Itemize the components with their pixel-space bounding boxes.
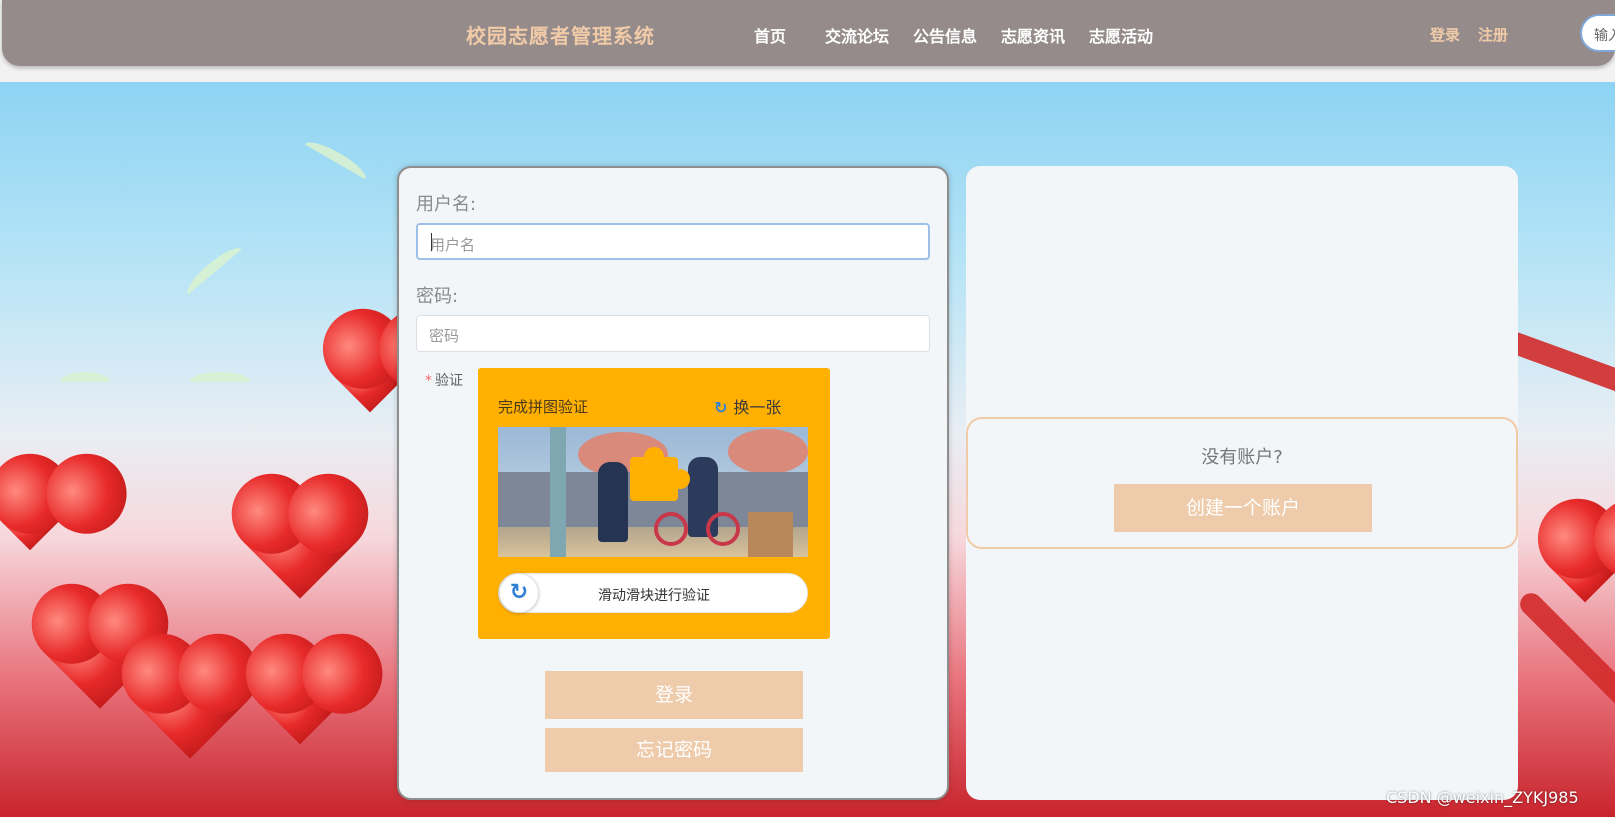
header-divider — [0, 66, 1615, 82]
verify-label-text: 验证 — [435, 373, 463, 389]
slider-handle[interactable]: ↻ — [499, 573, 539, 613]
bird-decoration — [190, 372, 250, 392]
student-figure — [598, 462, 628, 542]
captcha-refresh-button[interactable]: ↻ 换一张 — [714, 394, 781, 418]
heart-decoration — [1, 493, 59, 551]
register-link[interactable]: 注册 — [1478, 24, 1508, 45]
login-card: 用户名: 用户名 密码: 密码 * 验证 完成拼图验证 ↻ 换一张 滑动滑块进行验证 — [397, 166, 949, 800]
search-input[interactable]: 输入 — [1580, 14, 1615, 52]
puzzle-captcha: 完成拼图验证 ↻ 换一张 滑动滑块进行验证 ↻ — [478, 368, 830, 639]
bird-decoration — [299, 135, 371, 189]
captcha-refresh-label: 换一张 — [733, 398, 782, 417]
verify-label: * 验证 — [425, 370, 463, 390]
nav-item-forum[interactable]: 交流论坛 — [825, 23, 889, 47]
username-label: 用户名: — [416, 194, 477, 215]
nav-item-announcements[interactable]: 公告信息 — [913, 23, 977, 47]
puzzle-piece — [630, 447, 690, 501]
text-caret — [431, 233, 432, 251]
password-label: 密码: — [416, 286, 459, 307]
top-nav-bar: 校园志愿者管理系统 首页 交流论坛 公告信息 志愿资讯 志愿活动 登录 注册 输… — [2, 0, 1615, 66]
ribbon-decoration — [1515, 588, 1615, 718]
heart-decoration — [334, 341, 406, 413]
heart-decoration — [243, 485, 357, 599]
no-account-text: 没有账户? — [1201, 447, 1283, 468]
captcha-image — [498, 427, 808, 557]
site-title: 校园志愿者管理系统 — [466, 24, 655, 48]
username-placeholder: 用户名 — [430, 236, 476, 254]
heart-decoration — [257, 659, 343, 745]
signup-card: 没有账户? 创建一个账户 — [966, 166, 1518, 800]
refresh-icon: ↻ — [509, 580, 529, 605]
password-placeholder: 密码 — [429, 327, 460, 345]
captcha-slider-track[interactable]: 滑动滑块进行验证 ↻ — [498, 573, 808, 613]
login-button[interactable]: 登录 — [545, 671, 803, 719]
bike-wheel — [706, 512, 740, 546]
create-account-button[interactable]: 创建一个账户 — [1114, 484, 1372, 532]
username-input[interactable]: 用户名 — [416, 223, 930, 260]
signup-panel: 没有账户? 创建一个账户 — [966, 417, 1518, 549]
heart-decoration — [1549, 531, 1615, 603]
required-asterisk: * — [425, 373, 432, 389]
watermark: CSDN @weixin_ZYKJ985 — [1386, 788, 1579, 807]
captcha-title: 完成拼图验证 — [498, 398, 589, 416]
bike-wheel — [654, 512, 688, 546]
refresh-icon: ↻ — [714, 398, 728, 417]
bird-decoration — [181, 241, 249, 303]
slider-hint: 滑动滑块进行验证 — [598, 588, 710, 604]
bird-decoration — [60, 372, 110, 392]
box-decoration — [748, 512, 793, 557]
login-link[interactable]: 登录 — [1430, 24, 1460, 45]
nav-item-volunteer-news[interactable]: 志愿资讯 — [1001, 23, 1065, 47]
forgot-password-button[interactable]: 忘记密码 — [545, 728, 803, 772]
heart-decoration — [133, 645, 247, 759]
nav-item-home[interactable]: 首页 — [754, 23, 786, 47]
tree-decoration — [728, 429, 808, 474]
password-input[interactable]: 密码 — [416, 315, 930, 352]
nav-item-volunteer-activities[interactable]: 志愿活动 — [1089, 23, 1153, 47]
pole-decoration — [550, 427, 566, 557]
